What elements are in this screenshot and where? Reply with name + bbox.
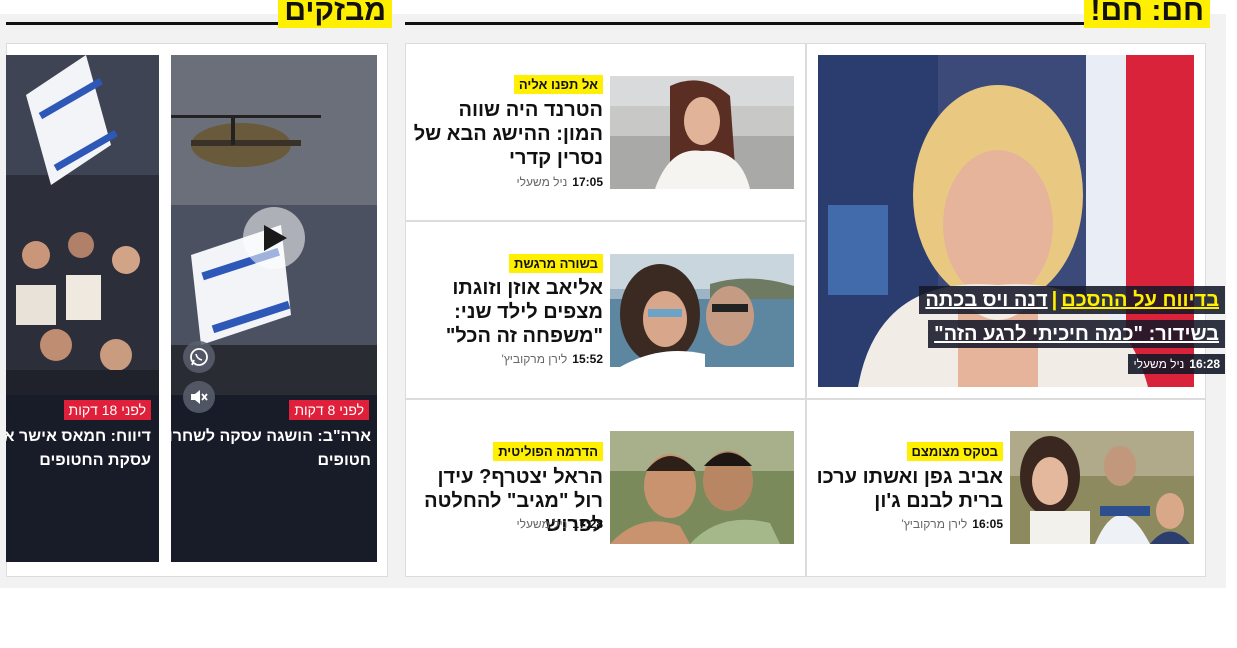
play-icon <box>264 225 287 251</box>
article-photo-art <box>610 76 794 189</box>
video-title-line: ארה"ב: הושגה עסקה לשחרור <box>171 428 371 445</box>
hero-caption-prefix: בשידור: <box>1143 323 1219 345</box>
video-photo-art <box>6 55 159 395</box>
hot-section-header: חם: חם! <box>405 0 1210 28</box>
video-title-line: חטופים <box>317 452 372 469</box>
article-tag[interactable]: אל תפנו אליה <box>513 75 603 94</box>
article-author: לירן מרקוביץ' <box>501 352 568 366</box>
article-thumbnail[interactable] <box>1010 431 1194 544</box>
hero-author: ניל משעלי <box>1133 357 1185 371</box>
article-time: 17:28 <box>572 517 603 531</box>
section-rule <box>6 22 291 25</box>
article-headline[interactable]: אליאב אוזן וזוגתו מצפים לילד שני: "משפחה… <box>403 276 603 348</box>
video-title-line: דיווח: חמאס אישר את ה <box>6 428 151 445</box>
whatsapp-share-button[interactable] <box>183 341 215 373</box>
hero-caption-line2[interactable]: בשידור: "כמה חיכיתי לרגע הזה" <box>928 320 1225 348</box>
reels-section-title[interactable]: מבזקים <box>278 0 392 28</box>
mute-icon <box>191 390 208 404</box>
section-rule <box>405 22 1105 25</box>
article-photo-art <box>610 431 794 544</box>
article-thumbnail[interactable] <box>610 254 794 367</box>
article-time: 16:05 <box>972 517 1003 531</box>
hero-caption-text1: דנה ויס בכתה <box>925 289 1048 311</box>
article-meta: 15:52 לירן מרקוביץ' <box>501 352 603 366</box>
hero-caption-tag: בדיווח על ההסכם <box>1061 289 1219 311</box>
article-author: ניל משעלי <box>516 517 568 531</box>
play-button[interactable] <box>243 207 305 269</box>
article-headline[interactable]: הטרנד היה שווה המון: ההישג הבא של נסרין … <box>413 98 603 170</box>
article-tag[interactable]: בטקס מצומצם <box>906 442 1003 461</box>
video-time-badge: לפני 18 דקות <box>63 400 151 420</box>
hot-section-title[interactable]: חם: חם! <box>1084 0 1210 28</box>
hero-caption-quote: "כמה חיכיתי לרגע הזה" <box>934 323 1144 345</box>
video-card[interactable]: לפני 8 דקות ארה"ב: הושגה עסקה לשחרור חטו… <box>171 55 377 562</box>
article-headline[interactable]: אביב גפן ואשתו ערכו ברית לבנם ג'ון <box>803 465 1003 513</box>
video-card[interactable]: לפני 18 דקות דיווח: חמאס אישר את ה עסקת … <box>6 55 159 562</box>
hero-time: 16:28 <box>1189 357 1220 371</box>
article-meta: 17:05 ניל משעלי <box>516 175 603 189</box>
hero-meta: 16:28 ניל משעלי <box>1128 354 1225 374</box>
video-title[interactable]: דיווח: חמאס אישר את ה עסקת החטופים <box>6 425 151 473</box>
whatsapp-icon <box>190 348 208 366</box>
article-author: לירן מרקוביץ' <box>901 517 968 531</box>
video-title-line: עסקת החטופים <box>39 452 151 469</box>
reels-section-header: מבזקים <box>6 0 392 28</box>
video-title[interactable]: ארה"ב: הושגה עסקה לשחרור חטופים <box>171 425 371 473</box>
video-time-badge: לפני 8 דקות <box>289 400 369 420</box>
caption-divider: | <box>1051 289 1058 311</box>
article-photo-art <box>610 254 794 367</box>
article-time: 17:05 <box>572 175 603 189</box>
article-photo-art <box>1010 431 1194 544</box>
article-author: ניל משעלי <box>516 175 568 189</box>
video-thumbnail[interactable] <box>6 55 159 395</box>
article-thumbnail[interactable] <box>610 431 794 544</box>
article-thumbnail[interactable] <box>610 76 794 189</box>
mute-button[interactable] <box>183 381 215 413</box>
article-meta: 17:28 ניל משעלי <box>516 517 603 531</box>
article-meta: 16:05 לירן מרקוביץ' <box>901 517 1003 531</box>
article-tag[interactable]: בשורה מרגשת <box>509 254 603 273</box>
article-time: 15:52 <box>572 352 603 366</box>
article-tag[interactable]: הדרמה הפוליטית <box>493 442 603 461</box>
hero-caption-line1[interactable]: בדיווח על ההסכם|דנה ויס בכתה <box>919 286 1225 314</box>
